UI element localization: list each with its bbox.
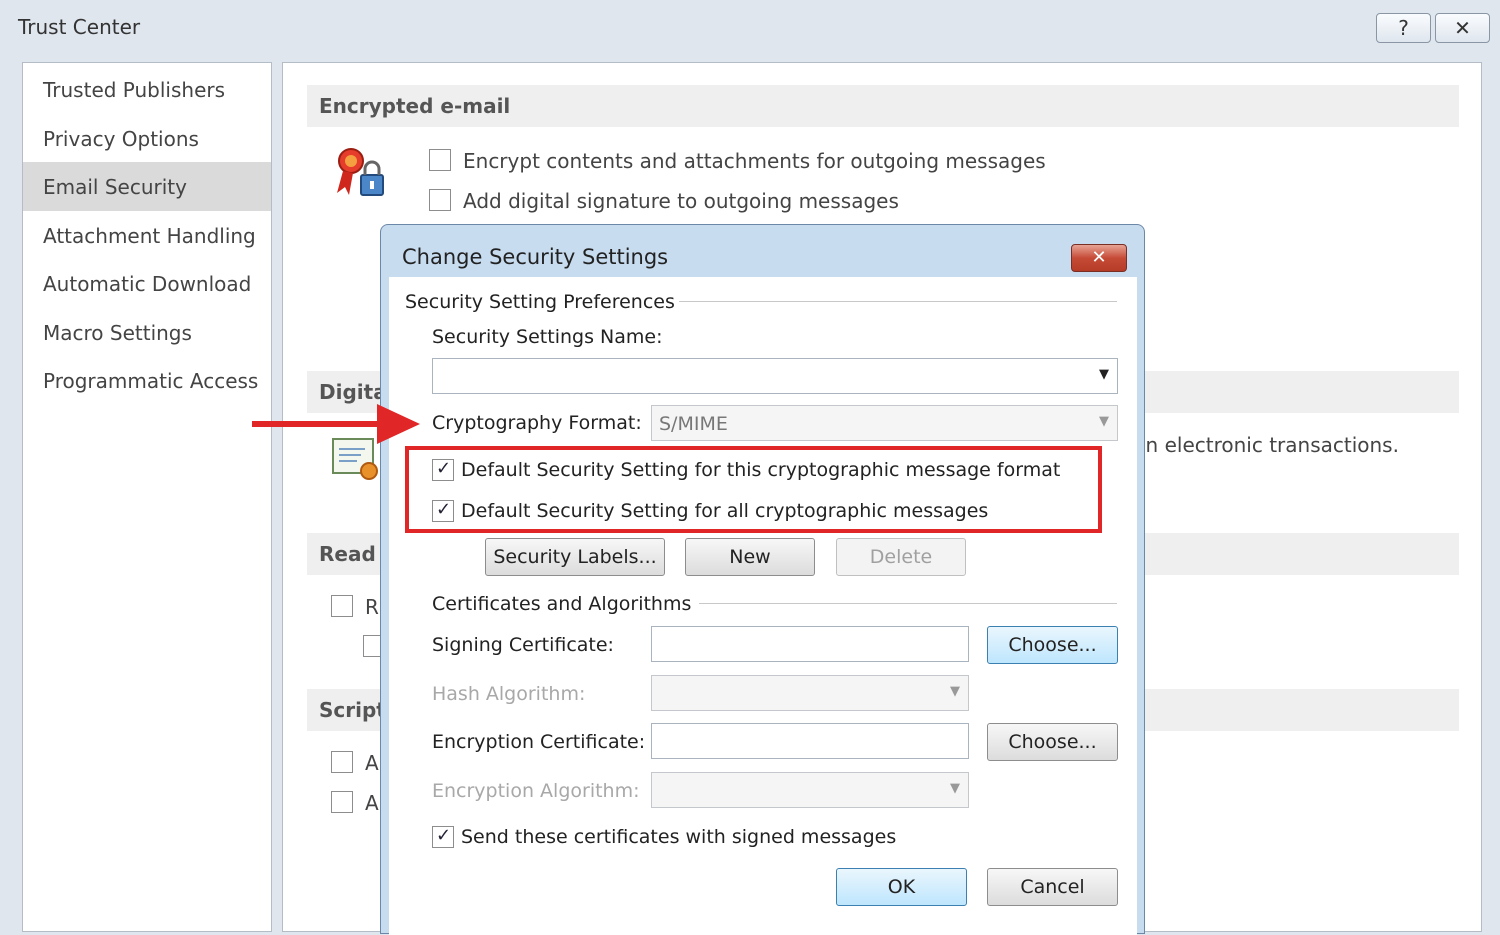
sidebar-item-programmatic-access[interactable]: Programmatic Access <box>23 356 271 405</box>
preferences-group-label: Security Setting Preferences <box>405 291 675 313</box>
encryption-certificate-field[interactable] <box>651 723 969 759</box>
encryption-lock-icon <box>337 148 384 196</box>
hash-algorithm-select[interactable]: ▼ <box>651 675 969 711</box>
signing-certificate-field[interactable] <box>651 626 969 662</box>
choose-signing-certificate-button[interactable]: Choose... <box>987 626 1118 664</box>
dialog-title: Change Security Settings <box>402 245 669 269</box>
preferences-group-divider <box>679 301 1117 302</box>
annotation-highlight-box <box>405 446 1102 533</box>
annotation-arrow-icon <box>252 404 420 444</box>
security-labels-button[interactable]: Security Labels... <box>485 538 665 576</box>
encrypt-outgoing-label: Encrypt contents and attachments for out… <box>463 149 1046 173</box>
window-title: Trust Center <box>18 15 141 39</box>
sidebar-item-automatic-download[interactable]: Automatic Download <box>23 259 271 308</box>
read-plain-text-checkbox[interactable] <box>331 595 353 617</box>
delete-button[interactable]: Delete <box>836 538 966 576</box>
digital-ids-description: in electronic transactions. <box>1140 433 1399 457</box>
read-plain-text-label: R <box>365 595 379 619</box>
security-settings-name-label: Security Settings Name: <box>432 326 663 348</box>
change-security-settings-dialog: Change Security Settings ✕ Security Sett… <box>380 224 1145 935</box>
new-button[interactable]: New <box>685 538 815 576</box>
chevron-down-icon: ▼ <box>1099 367 1109 382</box>
certificates-group-divider <box>699 603 1117 604</box>
cryptography-format-select[interactable]: S/MIME ▼ <box>651 405 1118 441</box>
encryption-algorithm-select[interactable]: ▼ <box>651 772 969 808</box>
sidebar-item-email-security[interactable]: Email Security <box>23 162 271 211</box>
encryption-certificate-label: Encryption Certificate: <box>432 731 646 753</box>
send-certificates-checkbox[interactable] <box>432 825 454 848</box>
dialog-body: Security Setting Preferences Security Se… <box>389 277 1137 935</box>
script-option-1-checkbox[interactable] <box>331 751 353 773</box>
hash-algorithm-label: Hash Algorithm: <box>432 683 586 705</box>
window-close-button[interactable]: ✕ <box>1435 13 1490 43</box>
encryption-algorithm-label: Encryption Algorithm: <box>432 780 640 802</box>
chevron-down-icon: ▼ <box>950 684 960 699</box>
script-option-2-checkbox[interactable] <box>331 791 353 813</box>
sidebar: Trusted Publishers Privacy Options Email… <box>22 62 272 932</box>
signing-certificate-label: Signing Certificate: <box>432 634 614 656</box>
digital-signature-label: Add digital signature to outgoing messag… <box>463 189 899 213</box>
chevron-down-icon: ▼ <box>950 781 960 796</box>
script-option-1-label: A <box>365 751 379 775</box>
cryptography-format-label: Cryptography Format: <box>432 412 642 434</box>
sidebar-item-macro-settings[interactable]: Macro Settings <box>23 308 271 357</box>
chevron-down-icon: ▼ <box>1099 414 1109 429</box>
script-option-2-label: A <box>365 791 379 815</box>
ok-button[interactable]: OK <box>836 868 967 906</box>
cancel-button[interactable]: Cancel <box>987 868 1118 906</box>
choose-encryption-certificate-button[interactable]: Choose... <box>987 723 1118 761</box>
security-settings-name-combobox[interactable]: ▼ <box>432 358 1118 394</box>
dialog-close-button[interactable]: ✕ <box>1071 244 1127 272</box>
sidebar-item-privacy-options[interactable]: Privacy Options <box>23 114 271 163</box>
sidebar-item-trusted-publishers[interactable]: Trusted Publishers <box>23 65 271 114</box>
certificates-group-label: Certificates and Algorithms <box>432 593 692 615</box>
send-certificates-label: Send these certificates with signed mess… <box>461 826 897 848</box>
encrypted-email-heading: Encrypted e-mail <box>307 85 1459 127</box>
help-button[interactable]: ? <box>1376 13 1431 43</box>
sidebar-item-attachment-handling[interactable]: Attachment Handling <box>23 211 271 260</box>
cryptography-format-value: S/MIME <box>659 413 728 435</box>
digital-signature-checkbox[interactable] <box>429 189 451 211</box>
encrypt-outgoing-checkbox[interactable] <box>429 149 451 171</box>
